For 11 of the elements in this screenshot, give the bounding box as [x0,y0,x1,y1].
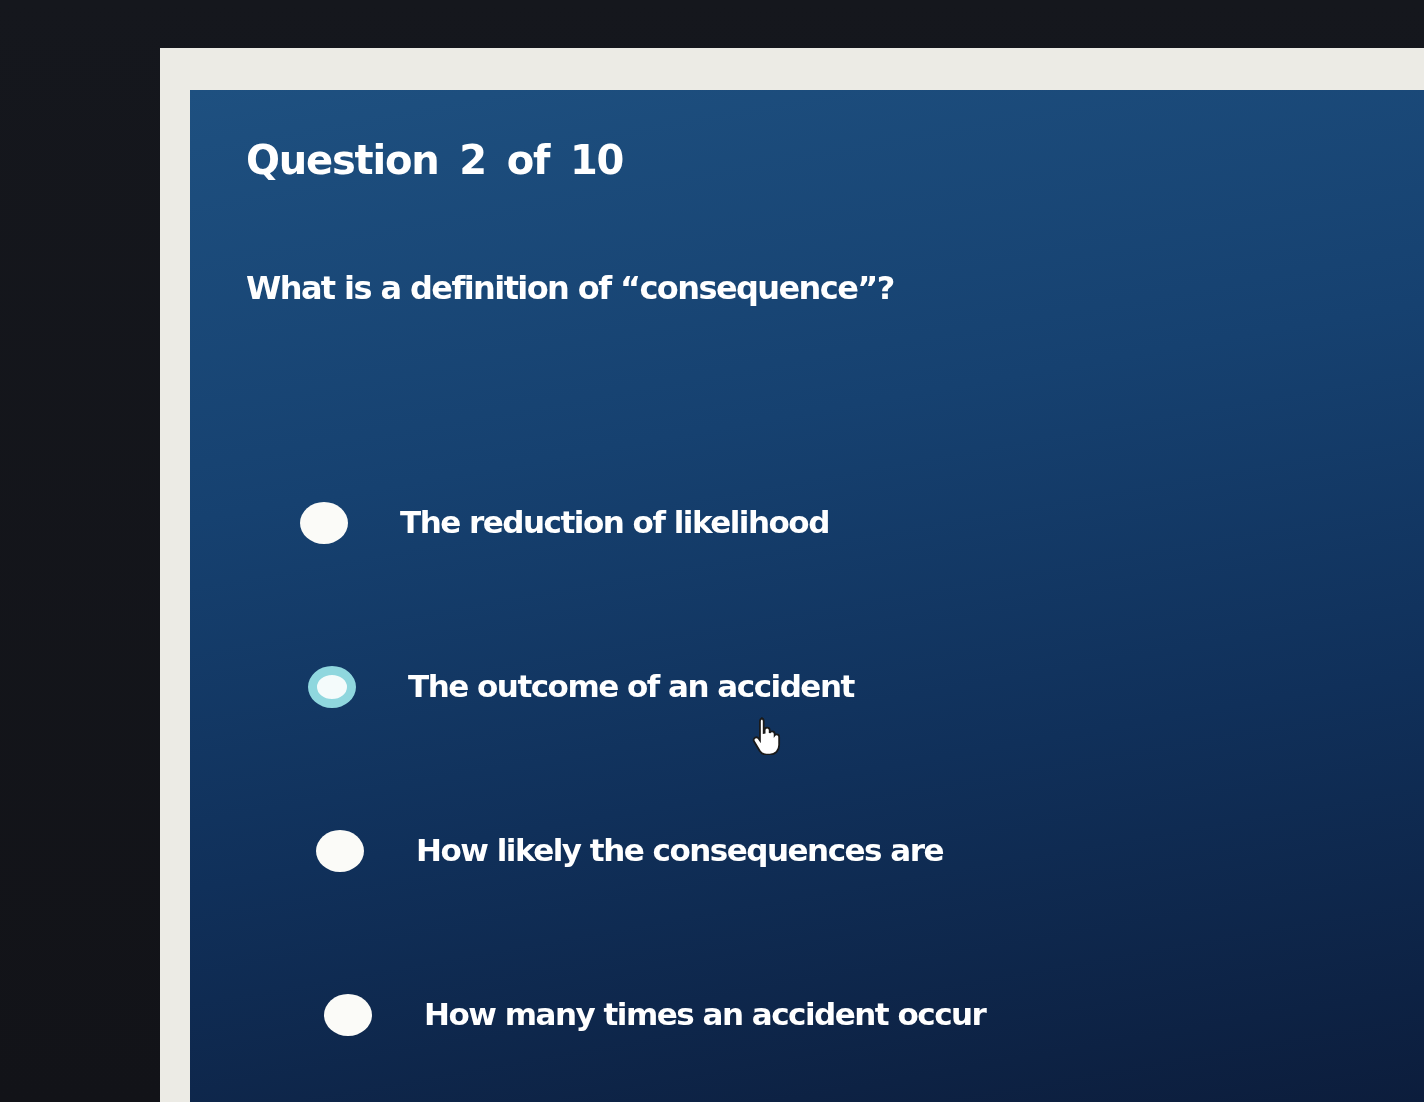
question-heading: Question 2 of 10 [246,136,624,184]
option-label[interactable]: The outcome of an accident [408,668,854,706]
option-label[interactable]: How likely the consequences are [416,832,943,870]
radio-button[interactable] [300,501,348,544]
hand-pointer-icon [752,716,782,755]
option-label[interactable]: The reduction of likelihood [400,504,829,542]
radio-button[interactable] [308,665,356,708]
radio-button[interactable] [316,829,364,872]
question-text: What is a definition of “consequence”? [246,268,894,309]
option-label[interactable]: How many times an accident occur [424,996,986,1034]
radio-button[interactable] [324,993,372,1036]
